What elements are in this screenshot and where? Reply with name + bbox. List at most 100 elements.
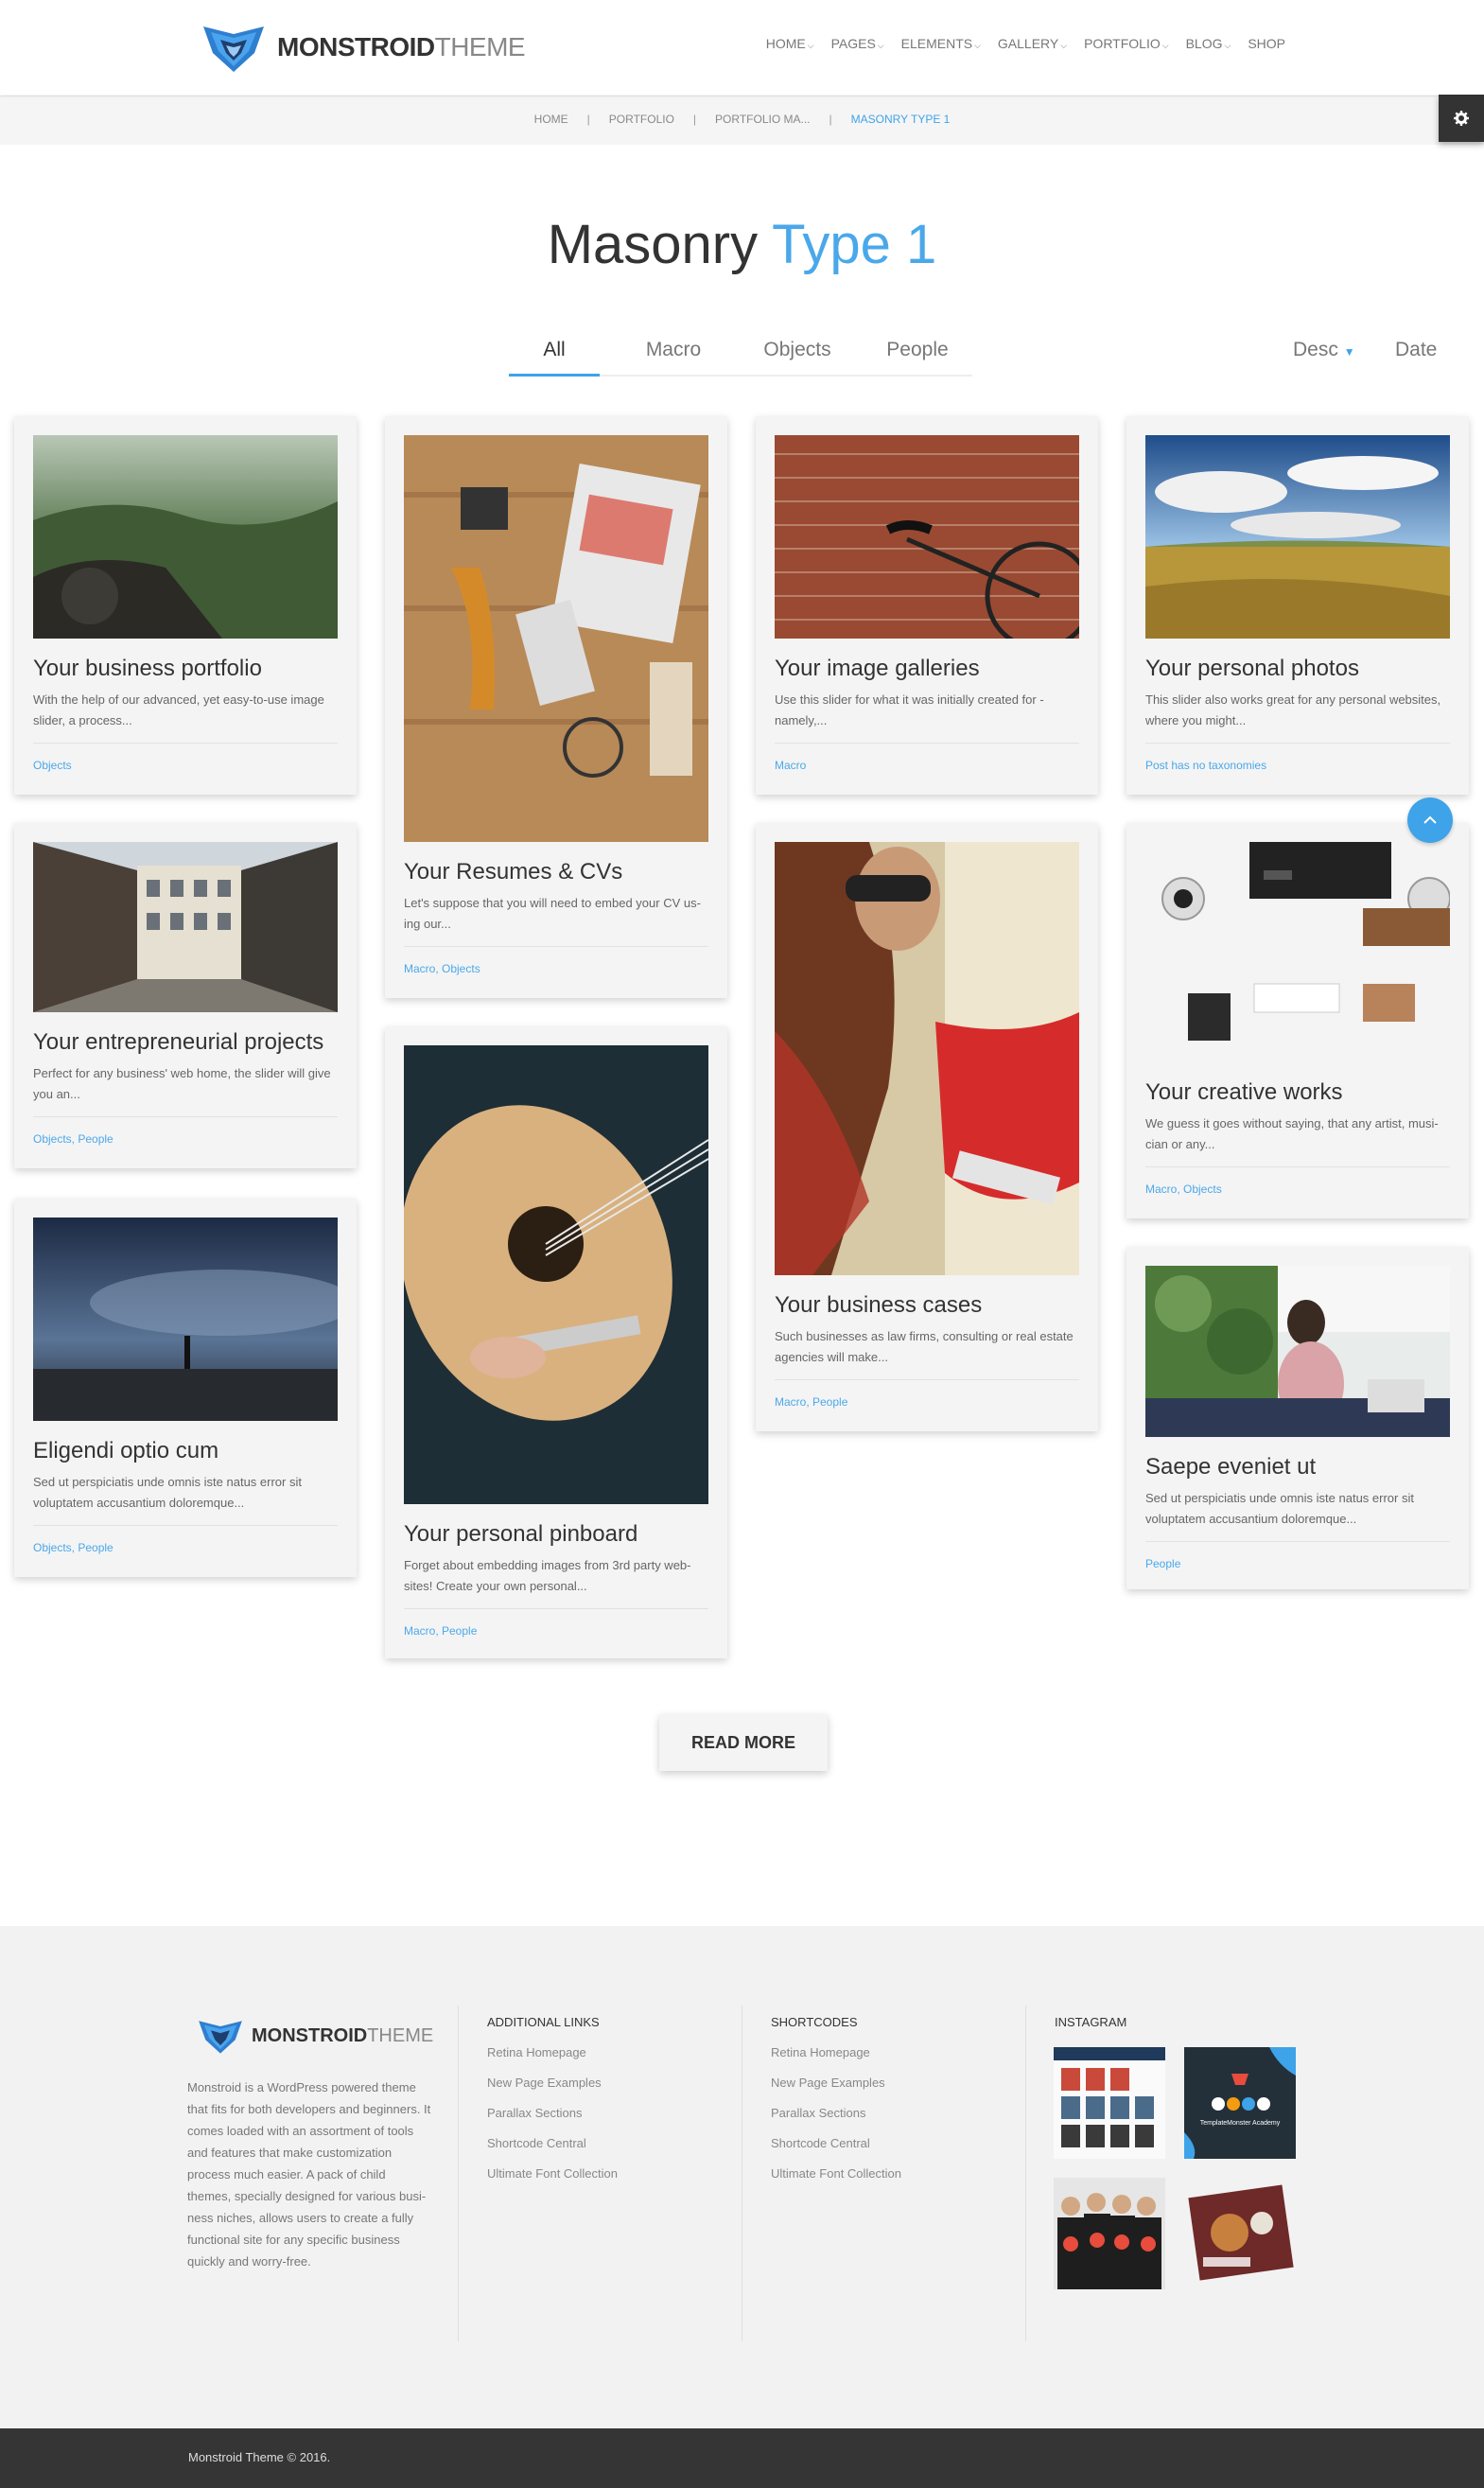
instagram-thumbnail[interactable]: [1054, 2178, 1165, 2289]
card-title[interactable]: Your business portfolio: [33, 656, 338, 682]
instagram-thumbnail[interactable]: TemplateMonster Academy: [1184, 2047, 1296, 2159]
settings-toggle-button[interactable]: [1439, 95, 1484, 142]
footer-link[interactable]: Parallax Sections: [771, 2106, 1025, 2120]
footer-link[interactable]: New Page Examples: [771, 2076, 1025, 2090]
card-taxonomy[interactable]: Post has no taxonomies: [1145, 759, 1450, 772]
scroll-to-top-button[interactable]: [1407, 797, 1453, 843]
portfolio-card[interactable]: Your business cases Such businesses as l…: [756, 823, 1098, 1431]
card-excerpt: Sed ut perspiciatis unde omnis iste natu…: [33, 1475, 302, 1510]
footer-logo[interactable]: MONSTROIDTHEME: [197, 2017, 433, 2055]
card-title[interactable]: Your personal pinboard: [404, 1521, 708, 1548]
card-taxonomy[interactable]: Objects: [33, 759, 338, 772]
nav-item-shop[interactable]: SHOP: [1248, 36, 1285, 51]
divider: [33, 1525, 338, 1526]
card-title[interactable]: Your business cases: [775, 1292, 1079, 1319]
card-taxonomy[interactable]: Macro: [775, 759, 1079, 772]
chevron-down-icon: ⌵: [974, 41, 981, 50]
instagram-thumbnail[interactable]: [1054, 2047, 1165, 2159]
portfolio-image[interactable]: [775, 842, 1079, 1275]
brand-name: MONSTROIDTHEME: [277, 32, 526, 61]
divider: [1145, 1166, 1450, 1167]
card-title[interactable]: Your entrepreneurial projects: [33, 1029, 338, 1056]
card-taxonomy[interactable]: People: [1145, 1557, 1450, 1570]
breadcrumb: HOME | PORTFOLIO | PORTFOLIO MA... | MASONRY T…: [0, 96, 1484, 145]
divider: [775, 1379, 1079, 1380]
footer-column-additional-links: ADDITIONAL LINKS Retina Homepage New Pag…: [458, 2006, 742, 2341]
portfolio-image[interactable]: [1145, 1266, 1450, 1437]
filter-objects[interactable]: Objects: [743, 339, 851, 361]
card-taxonomy[interactable]: Objects, People: [33, 1132, 338, 1146]
filter-all[interactable]: All: [509, 339, 600, 361]
divider: [33, 743, 338, 744]
footer-link[interactable]: Ultimate Font Collection: [771, 2166, 1025, 2181]
portfolio-card[interactable]: Your image galleries Use this slider for…: [756, 416, 1098, 795]
portfolio-card[interactable]: Your Resumes & CVs Let's suppose that yo…: [385, 416, 727, 998]
sort-by-date[interactable]: Date: [1395, 339, 1437, 361]
footer-link[interactable]: Shortcode Central: [487, 2136, 742, 2150]
main-nav: HOME ⌵ PAGES ⌵ ELEMENTS ⌵ GALLERY ⌵ PORTFOLI…: [749, 36, 1285, 51]
breadcrumb-home[interactable]: HOME: [534, 113, 568, 126]
portfolio-image[interactable]: [33, 1218, 338, 1421]
chevron-up-icon: [1423, 815, 1437, 824]
monstroid-logo-icon: [199, 2021, 242, 2054]
footer-link[interactable]: Ultimate Font Collection: [487, 2166, 742, 2181]
chevron-down-icon: ⌵: [1224, 41, 1231, 50]
nav-item-elements[interactable]: ELEMENTS ⌵: [901, 36, 981, 51]
divider: [1145, 743, 1450, 744]
portfolio-image[interactable]: [1145, 842, 1450, 1062]
footer-link[interactable]: Retina Homepage: [771, 2045, 1025, 2059]
chevron-down-icon: ⌵: [877, 41, 884, 50]
footer-link[interactable]: Shortcode Central: [771, 2136, 1025, 2150]
portfolio-card[interactable]: Eligendi optio cum Sed ut perspiciatis u…: [14, 1199, 357, 1577]
portfolio-image[interactable]: [33, 435, 338, 639]
card-taxonomy[interactable]: Macro, Objects: [1145, 1183, 1450, 1196]
portfolio-card[interactable]: Saepe eveniet ut Sed ut perspiciatis und…: [1126, 1247, 1469, 1589]
card-taxonomy[interactable]: Macro, Objects: [404, 962, 708, 975]
card-title[interactable]: Eligendi optio cum: [33, 1438, 338, 1464]
portfolio-image[interactable]: [404, 1045, 708, 1504]
portfolio-image[interactable]: [404, 435, 708, 842]
nav-item-home[interactable]: HOME ⌵: [766, 36, 814, 51]
nav-item-pages[interactable]: PAGES ⌵: [831, 36, 884, 51]
nav-item-blog[interactable]: BLOG ⌵: [1186, 36, 1231, 51]
portfolio-card[interactable]: Your business portfolio With the help of…: [14, 416, 357, 795]
site-header: MONSTROIDTHEME HOME ⌵ PAGES ⌵ ELEMENTS ⌵ GA…: [0, 0, 1484, 95]
instagram-thumbnail[interactable]: [1184, 2178, 1296, 2289]
footer-brand-name: MONSTROIDTHEME: [252, 2024, 434, 2046]
breadcrumb-portfolio[interactable]: PORTFOLIO: [609, 113, 674, 126]
portfolio-image[interactable]: [775, 435, 1079, 639]
monstroid-logo-icon: [203, 26, 264, 72]
portfolio-card[interactable]: Your personal pinboard Forget about embe…: [385, 1026, 727, 1658]
page-title: Masonry Type 1: [547, 214, 937, 275]
card-title[interactable]: Your image galleries: [775, 656, 1079, 682]
card-title[interactable]: Saepe eveniet ut: [1145, 1454, 1450, 1481]
nav-item-gallery[interactable]: GALLERY ⌵: [998, 36, 1067, 51]
sort-order-dropdown[interactable]: Desc ▼: [1293, 339, 1355, 361]
card-taxonomy[interactable]: Macro, People: [775, 1395, 1079, 1409]
footer-heading: ADDITIONAL LINKS: [487, 2015, 600, 2029]
card-title[interactable]: Your personal photos: [1145, 656, 1450, 682]
breadcrumb-portfolio-masonry[interactable]: PORTFOLIO MA...: [715, 113, 810, 126]
footer-link[interactable]: New Page Examples: [487, 2076, 742, 2090]
nav-item-portfolio[interactable]: PORTFOLIO ⌵: [1084, 36, 1168, 51]
portfolio-image[interactable]: [33, 842, 338, 1012]
active-filter-underline: [509, 374, 600, 377]
read-more-button[interactable]: READ MORE: [659, 1714, 828, 1771]
portfolio-card[interactable]: Your creative works We guess it goes wit…: [1126, 823, 1469, 1218]
site-logo[interactable]: MONSTROIDTHEME: [201, 21, 526, 74]
filter-macro[interactable]: Macro: [626, 339, 721, 361]
card-excerpt: Sed ut perspiciatis unde omnis iste natu…: [1145, 1491, 1414, 1526]
card-taxonomy[interactable]: Objects, People: [33, 1541, 338, 1554]
footer-link[interactable]: Retina Homepage: [487, 2045, 742, 2059]
portfolio-card[interactable]: Your personal photos This slider also wo…: [1126, 416, 1469, 795]
footer-link[interactable]: Parallax Sections: [487, 2106, 742, 2120]
filter-people[interactable]: People: [872, 339, 963, 361]
chevron-down-icon: ⌵: [1060, 41, 1068, 50]
card-excerpt: Use this slider for what it was initiall…: [775, 692, 1044, 727]
portfolio-image[interactable]: [1145, 435, 1450, 639]
card-taxonomy[interactable]: Macro, People: [404, 1624, 708, 1638]
footer-heading: INSTAGRAM: [1055, 2015, 1127, 2029]
card-title[interactable]: Your Resumes & CVs: [404, 859, 708, 885]
portfolio-card[interactable]: Your entrepreneurial projects Perfect fo…: [14, 823, 357, 1168]
card-title[interactable]: Your creative works: [1145, 1079, 1450, 1106]
